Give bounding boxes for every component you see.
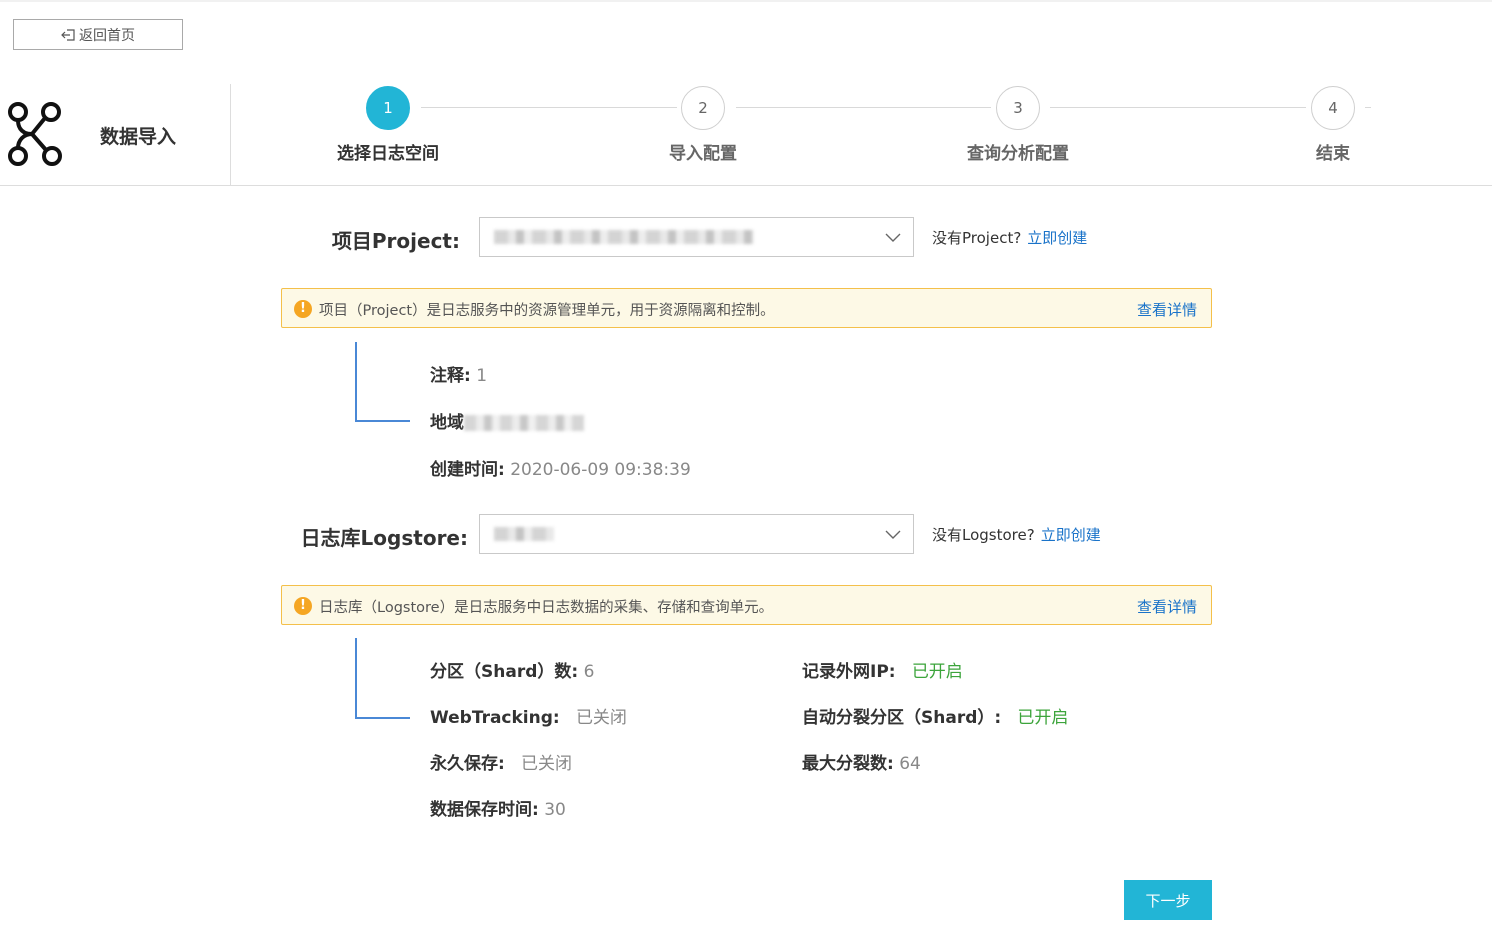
retention-key: 数据保存时间: xyxy=(430,800,539,820)
auto-split-value: 已开启 xyxy=(1017,708,1069,728)
warning-icon: ! xyxy=(294,597,312,615)
project-comment: 注释: 1 xyxy=(430,361,487,386)
logstore-hint: 没有Logstore? 立即创建 xyxy=(932,524,1101,545)
permanent-value: 已关闭 xyxy=(521,754,573,774)
project-select[interactable] xyxy=(479,217,914,257)
region-key: 地域 xyxy=(430,413,464,433)
step-1: 1 选择日志空间 xyxy=(308,86,468,164)
logstore-webtracking: WebTracking: 已关闭 xyxy=(430,703,627,728)
chevron-down-icon xyxy=(885,233,901,242)
shard-value: 6 xyxy=(583,662,595,682)
logstore-selected-value-redacted xyxy=(494,527,554,541)
project-selected-value-redacted xyxy=(494,230,754,244)
record-ip-key: 记录外网IP: xyxy=(802,662,896,682)
logstore-label: 日志库Logstore: xyxy=(300,526,468,550)
back-arrow-icon xyxy=(61,28,75,41)
step-number: 1 xyxy=(366,86,410,130)
project-tree-connector xyxy=(355,342,410,422)
step-3: 3 查询分析配置 xyxy=(938,86,1098,164)
logstore-shard-count: 分区（Shard）数: 6 xyxy=(430,657,594,682)
logstore-retention: 数据保存时间: 30 xyxy=(430,795,566,820)
step-number: 2 xyxy=(681,86,725,130)
next-step-button[interactable]: 下一步 xyxy=(1124,880,1212,920)
project-label: 项目Project: xyxy=(331,229,460,253)
logstore-notice-text: 日志库（Logstore）是日志服务中日志数据的采集、存储和查询单元。 xyxy=(319,600,774,616)
project-details-link[interactable]: 查看详情 xyxy=(1137,299,1197,320)
logstore-select[interactable] xyxy=(479,514,914,554)
step-4: 4 结束 xyxy=(1253,86,1413,164)
logstore-auto-split: 自动分裂分区（Shard）: 已开启 xyxy=(802,703,1068,728)
step-number: 4 xyxy=(1311,86,1355,130)
auto-split-key: 自动分裂分区（Shard）: xyxy=(802,708,1002,728)
logstore-details-link[interactable]: 查看详情 xyxy=(1137,596,1197,617)
comment-value: 1 xyxy=(476,366,488,386)
max-split-key: 最大分裂数: xyxy=(802,754,894,774)
step-label: 选择日志空间 xyxy=(337,144,439,164)
logstore-record-ip: 记录外网IP: 已开启 xyxy=(802,657,963,682)
logstore-hint-text: 没有Logstore? xyxy=(932,526,1035,544)
retention-value: 30 xyxy=(544,800,566,820)
top-divider xyxy=(0,0,1492,2)
project-region: 地域 xyxy=(430,408,584,433)
created-key: 创建时间: xyxy=(430,460,505,480)
step-label: 查询分析配置 xyxy=(967,144,1069,164)
record-ip-value: 已开启 xyxy=(911,662,963,682)
chevron-down-icon xyxy=(885,530,901,539)
page-header: 数据导入 1 选择日志空间 2 导入配置 3 查询分析配置 4 结束 xyxy=(0,84,1492,186)
permanent-key: 永久保存: xyxy=(430,754,505,774)
project-hint: 没有Project? 立即创建 xyxy=(932,227,1087,248)
step-label: 结束 xyxy=(1316,144,1350,164)
max-split-value: 64 xyxy=(899,754,921,774)
logstore-permanent: 永久保存: 已关闭 xyxy=(430,749,572,774)
app-title: 数据导入 xyxy=(100,126,177,148)
created-value: 2020-06-09 09:38:39 xyxy=(510,460,691,480)
project-notice: ! 项目（Project）是日志服务中的资源管理单元，用于资源隔离和控制。 查看… xyxy=(281,288,1212,328)
step-label: 导入配置 xyxy=(669,144,737,164)
back-home-label: 返回首页 xyxy=(79,27,135,44)
create-project-link[interactable]: 立即创建 xyxy=(1027,229,1087,247)
webtracking-key: WebTracking: xyxy=(430,708,560,728)
region-value-redacted xyxy=(464,415,584,431)
back-home-button[interactable]: 返回首页 xyxy=(13,19,183,50)
data-import-logo-icon xyxy=(8,102,62,166)
logstore-tree-connector xyxy=(355,638,410,719)
project-notice-text: 项目（Project）是日志服务中的资源管理单元，用于资源隔离和控制。 xyxy=(319,303,775,319)
step-2: 2 导入配置 xyxy=(623,86,783,164)
header-divider xyxy=(230,84,231,185)
project-hint-text: 没有Project? xyxy=(932,229,1022,247)
project-created-time: 创建时间: 2020-06-09 09:38:39 xyxy=(430,455,691,480)
comment-key: 注释: xyxy=(430,366,471,386)
webtracking-value: 已关闭 xyxy=(575,708,627,728)
shard-key: 分区（Shard）数: xyxy=(430,662,579,682)
logstore-notice: ! 日志库（Logstore）是日志服务中日志数据的采集、存储和查询单元。 查看… xyxy=(281,585,1212,625)
logstore-max-split: 最大分裂数: 64 xyxy=(802,749,921,774)
create-logstore-link[interactable]: 立即创建 xyxy=(1041,526,1101,544)
warning-icon: ! xyxy=(294,300,312,318)
step-number: 3 xyxy=(996,86,1040,130)
